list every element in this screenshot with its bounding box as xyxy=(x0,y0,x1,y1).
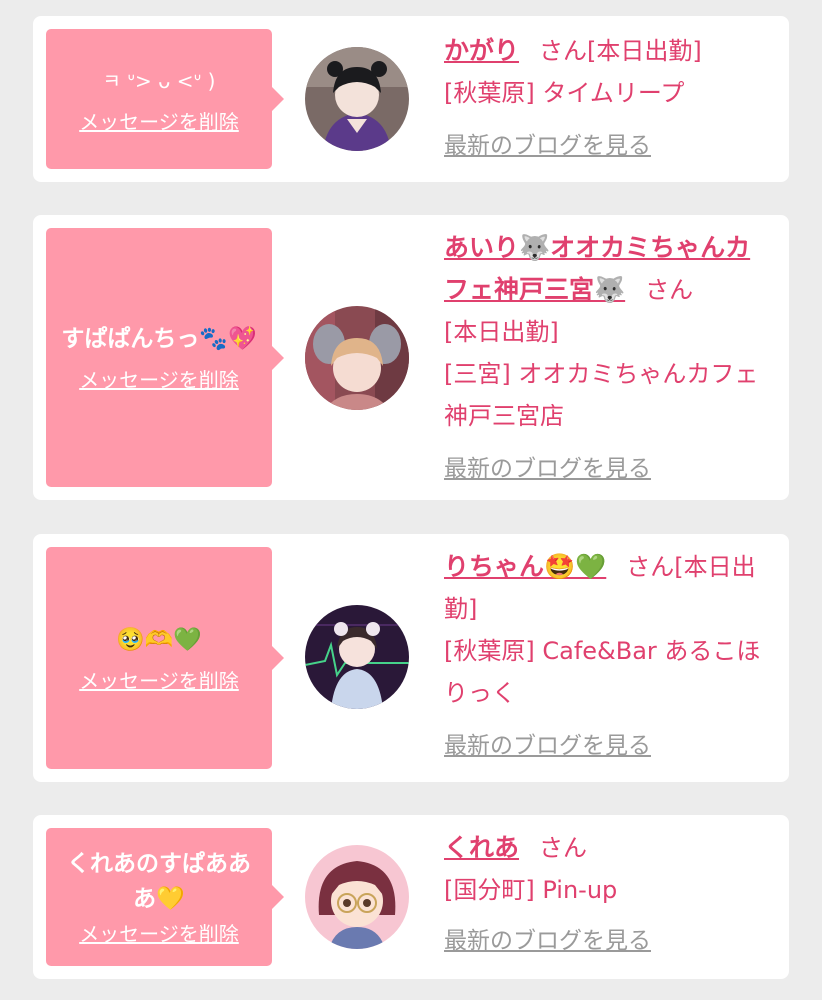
latest-blog-link[interactable]: 最新のブログを見る xyxy=(444,448,651,490)
shop-name: [三宮] オオカミちゃんカフェ神戸三宮店 xyxy=(444,360,759,430)
latest-blog-link[interactable]: 最新のブログを見る xyxy=(444,725,651,767)
message-text: すぱぱんちっ🐾💖 xyxy=(61,326,257,352)
work-status: [本日出勤] xyxy=(587,37,702,65)
cast-name-link[interactable]: あいり🐺オオカミちゃんカフェ神戸三宮🐺 xyxy=(444,233,750,304)
honorific: さん xyxy=(539,834,588,862)
message-text: ㅋ ᐡ> ᴗ <ᐡ ) xyxy=(102,68,216,93)
message-bubble: ㅋ ᐡ> ᴗ <ᐡ ) メッセージを削除 xyxy=(46,29,284,169)
shop-name: [国分町] Pin-up xyxy=(444,876,618,904)
cast-card: すぱぱんちっ🐾💖 メッセージを削除 あいり🐺オオカミちゃんカフェ神戸三宮🐺 さん … xyxy=(33,215,789,500)
message-bubble: 🥹🫶💚 メッセージを削除 xyxy=(46,547,284,769)
delete-message-link[interactable]: メッセージを削除 xyxy=(79,109,239,135)
honorific: さん xyxy=(626,553,675,581)
message-text: くれあのすぱあああ💛 xyxy=(67,851,251,912)
delete-message-link[interactable]: メッセージを削除 xyxy=(79,668,239,694)
avatar[interactable] xyxy=(305,306,409,410)
cast-name-link[interactable]: くれあ xyxy=(444,833,519,862)
cast-name-link[interactable]: かがり xyxy=(444,36,519,65)
shop-name: [秋葉原] タイムリープ xyxy=(444,79,685,107)
cast-card: ㅋ ᐡ> ᴗ <ᐡ ) メッセージを削除 かがり さん[本日出勤] [秋葉原] タ… xyxy=(33,16,789,182)
cast-info: かがり さん[本日出勤] [秋葉原] タイムリープ 最新のブログを見る xyxy=(444,30,774,167)
cast-info: くれあ さん [国分町] Pin-up 最新のブログを見る xyxy=(444,827,774,962)
message-text: 🥹🫶💚 xyxy=(116,626,202,653)
avatar[interactable] xyxy=(305,845,409,949)
message-bubble: すぱぱんちっ🐾💖 メッセージを削除 xyxy=(46,228,284,487)
cast-card: くれあのすぱあああ💛 メッセージを削除 くれあ さん [国分町] Pin-up 最… xyxy=(33,815,789,979)
cast-info: りちゃん🤩💚 さん[本日出勤] [秋葉原] Cafe&Bar あるこほりっく 最新… xyxy=(444,546,774,767)
shop-name: [秋葉原] Cafe&Bar あるこほりっく xyxy=(444,637,761,707)
cast-card: 🥹🫶💚 メッセージを削除 りちゃん🤩💚 さん[本日出勤] [秋葉原] Cafe&B… xyxy=(33,534,789,782)
avatar[interactable] xyxy=(305,47,409,151)
cast-info: あいり🐺オオカミちゃんカフェ神戸三宮🐺 さん [本日出勤] [三宮] オオカミちゃ… xyxy=(444,227,774,490)
delete-message-link[interactable]: メッセージを削除 xyxy=(79,367,239,393)
honorific: さん xyxy=(539,37,588,65)
honorific: さん xyxy=(645,276,694,304)
avatar[interactable] xyxy=(305,605,409,709)
delete-message-link[interactable]: メッセージを削除 xyxy=(79,921,239,947)
work-status: [本日出勤] xyxy=(444,318,559,346)
latest-blog-link[interactable]: 最新のブログを見る xyxy=(444,125,651,167)
message-bubble: くれあのすぱあああ💛 メッセージを削除 xyxy=(46,828,284,966)
latest-blog-link[interactable]: 最新のブログを見る xyxy=(444,920,651,962)
cast-name-link[interactable]: りちゃん🤩💚 xyxy=(444,552,606,581)
